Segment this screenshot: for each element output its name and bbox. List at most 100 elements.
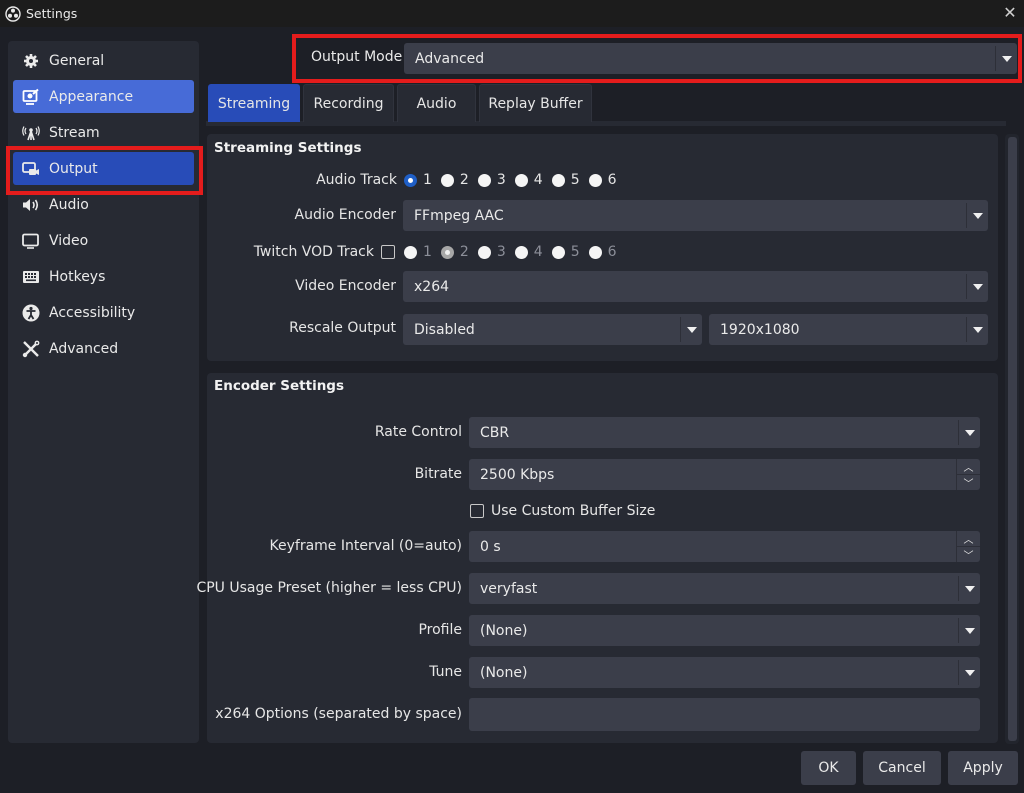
scrollbar-thumb[interactable] <box>1008 137 1017 741</box>
twitch-vod-radio-4[interactable]: 4 <box>514 244 543 260</box>
keyframe-interval-value: 0 s <box>480 538 501 555</box>
keyboard-icon <box>22 268 40 286</box>
rescale-output-select[interactable]: Disabled <box>403 314 702 345</box>
video-encoder-value: x264 <box>414 278 450 295</box>
streaming-settings-title: Streaming Settings <box>214 140 362 156</box>
chevron-down-icon <box>966 317 988 342</box>
twitch-vod-radio-3[interactable]: 3 <box>477 244 506 260</box>
chevron-down-icon <box>958 660 980 685</box>
tune-value: (None) <box>480 664 528 681</box>
rescale-output-value: Disabled <box>414 321 475 338</box>
bitrate-spinbox[interactable]: 2500 Kbps ︿ ﹀ <box>469 459 980 490</box>
window-title: Settings <box>26 6 78 21</box>
audio-track-label: Audio Track <box>316 172 397 188</box>
rate-control-select[interactable]: CBR <box>469 417 980 448</box>
rescale-output-label: Rescale Output <box>289 320 396 336</box>
output-mode-label: Output Mode <box>311 49 403 65</box>
keyframe-interval-spinbox[interactable]: 0 s ︿ ﹀ <box>469 531 980 562</box>
speaker-icon <box>22 196 40 214</box>
tab-label: Recording <box>313 95 384 112</box>
ok-label: OK <box>818 760 839 776</box>
apply-button[interactable]: Apply <box>948 751 1018 785</box>
sidebar-item-general[interactable]: General <box>13 44 194 77</box>
audio-encoder-label: Audio Encoder <box>294 207 396 223</box>
tune-select[interactable]: (None) <box>469 657 980 688</box>
profile-select[interactable]: (None) <box>469 615 980 646</box>
chevron-down-icon <box>958 576 980 601</box>
output-mode-value: Advanced <box>415 50 485 67</box>
custom-buffer-label: Use Custom Buffer Size <box>491 503 656 519</box>
audio-encoder-select[interactable]: FFmpeg AAC <box>403 200 988 231</box>
audio-track-radio-3[interactable]: 3 <box>477 172 506 188</box>
output-icon <box>22 160 40 178</box>
chevron-down-icon <box>966 203 988 228</box>
audio-track-radio-6[interactable]: 6 <box>588 172 617 188</box>
tab-label: Audio <box>416 95 457 112</box>
obs-logo-icon <box>5 5 21 22</box>
sidebar-item-appearance[interactable]: Appearance <box>13 80 194 113</box>
bitrate-value: 2500 Kbps <box>480 466 555 483</box>
tools-icon <box>22 340 40 358</box>
chevron-down-icon <box>680 317 702 342</box>
ok-button[interactable]: OK <box>801 751 856 785</box>
sidebar-item-label: Audio <box>49 196 89 213</box>
appearance-icon <box>22 88 40 106</box>
rescale-resolution-select[interactable]: 1920x1080 <box>709 314 988 345</box>
twitch-vod-track-checkbox[interactable] <box>381 245 395 259</box>
chevron-up-icon[interactable]: ︿ <box>957 531 980 547</box>
profile-value: (None) <box>480 622 528 639</box>
monitor-icon <box>22 232 40 250</box>
title-bar: Settings ✕ <box>0 0 1024 27</box>
tab-streaming[interactable]: Streaming <box>208 84 300 122</box>
close-icon[interactable]: ✕ <box>1000 3 1020 23</box>
sidebar-item-label: Output <box>49 160 98 177</box>
twitch-vod-track-radio-group: 1 2 3 4 5 6 <box>404 244 626 260</box>
chevron-down-icon <box>958 420 980 445</box>
gear-icon <box>22 52 40 70</box>
accessibility-icon <box>22 304 40 322</box>
tab-replay-buffer[interactable]: Replay Buffer <box>479 84 592 122</box>
audio-track-radio-4[interactable]: 4 <box>514 172 543 188</box>
sidebar-item-label: Appearance <box>49 88 134 105</box>
tune-label: Tune <box>429 664 462 680</box>
settings-sidebar: General Appearance Stream Output Audio V… <box>8 41 199 743</box>
sidebar-item-label: Video <box>49 232 89 249</box>
chevron-down-icon <box>995 46 1017 71</box>
audio-track-radio-5[interactable]: 5 <box>551 172 580 188</box>
custom-buffer-checkbox[interactable] <box>470 504 484 518</box>
apply-label: Apply <box>963 760 1003 776</box>
audio-track-radio-group: 1 2 3 4 5 6 <box>404 172 626 188</box>
sidebar-item-audio[interactable]: Audio <box>13 188 194 221</box>
twitch-vod-radio-6[interactable]: 6 <box>588 244 617 260</box>
tab-recording[interactable]: Recording <box>303 84 394 122</box>
audio-track-radio-2[interactable]: 2 <box>440 172 469 188</box>
cancel-button[interactable]: Cancel <box>863 751 941 785</box>
x264-options-input[interactable] <box>469 698 980 731</box>
sidebar-item-hotkeys[interactable]: Hotkeys <box>13 260 194 293</box>
chevron-down-icon[interactable]: ﹀ <box>957 475 980 490</box>
output-mode-select[interactable]: Advanced <box>404 43 1017 74</box>
cpu-preset-value: veryfast <box>480 580 538 597</box>
sidebar-item-output[interactable]: Output <box>13 152 194 185</box>
sidebar-item-video[interactable]: Video <box>13 224 194 257</box>
cpu-preset-select[interactable]: veryfast <box>469 573 980 604</box>
cpu-preset-label: CPU Usage Preset (higher = less CPU) <box>196 580 462 596</box>
video-encoder-select[interactable]: x264 <box>403 271 988 302</box>
sidebar-item-advanced[interactable]: Advanced <box>13 332 194 365</box>
tab-audio[interactable]: Audio <box>397 84 476 122</box>
audio-track-radio-1[interactable]: 1 <box>404 172 432 188</box>
encoder-settings-title: Encoder Settings <box>214 378 345 394</box>
twitch-vod-radio-5[interactable]: 5 <box>551 244 580 260</box>
sidebar-item-stream[interactable]: Stream <box>13 116 194 149</box>
bitrate-label: Bitrate <box>414 466 462 482</box>
rate-control-value: CBR <box>480 424 510 441</box>
twitch-vod-radio-1[interactable]: 1 <box>404 244 432 260</box>
twitch-vod-radio-2[interactable]: 2 <box>440 244 469 260</box>
chevron-down-icon[interactable]: ﹀ <box>957 547 980 562</box>
sidebar-item-label: Accessibility <box>49 304 136 321</box>
chevron-up-icon[interactable]: ︿ <box>957 459 980 475</box>
video-encoder-label: Video Encoder <box>295 278 396 294</box>
sidebar-item-label: Stream <box>49 124 100 141</box>
sidebar-item-accessibility[interactable]: Accessibility <box>13 296 194 329</box>
profile-label: Profile <box>418 622 462 638</box>
